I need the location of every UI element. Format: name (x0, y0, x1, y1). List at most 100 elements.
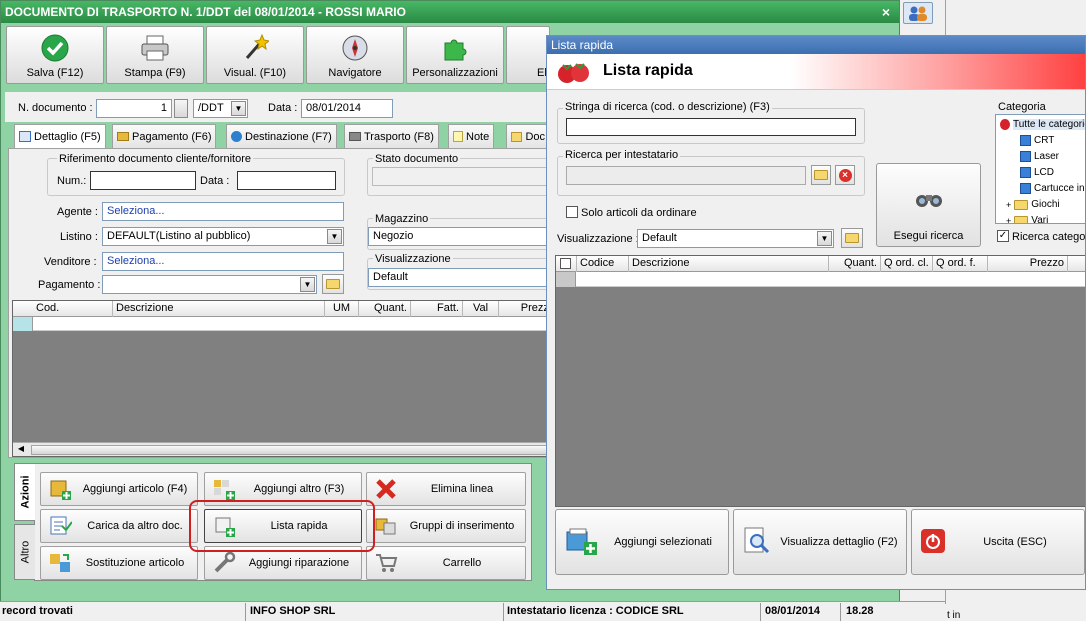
expand-icon[interactable]: + (1006, 216, 1011, 224)
category-item[interactable]: Laser (1020, 151, 1059, 162)
payment-folder-button[interactable] (322, 274, 344, 294)
doc-number-field[interactable]: 1 (96, 99, 172, 118)
category-label-all: Tutte le categorie (1013, 119, 1085, 130)
visual-button[interactable]: Visual. (F10) (206, 26, 304, 84)
chevron-down-icon: ▼ (300, 277, 315, 292)
print-button[interactable]: Stampa (F9) (106, 26, 204, 84)
col-prezzo[interactable]: Prezzo (988, 256, 1068, 272)
col-prezzo[interactable]: Prezzo (499, 301, 549, 317)
view-mode-select[interactable]: Default ▼ (637, 229, 834, 248)
exit-label: Uscita (ESC) (983, 536, 1047, 548)
category-search-label: Ricerca categorie (1012, 231, 1086, 243)
compass-icon (340, 33, 370, 63)
scroll-thumb[interactable] (31, 445, 549, 455)
doc-series-select[interactable]: /DDT ▼ (193, 99, 248, 118)
date-field[interactable]: 08/01/2014 (301, 99, 393, 118)
listino-value: DEFAULT(Listino al pubblico) (107, 230, 251, 242)
insert-groups-button[interactable]: Gruppi di inserimento (366, 509, 526, 543)
col-ord-cliente[interactable]: Q ord. cl. (881, 256, 933, 272)
save-button[interactable]: Salva (F12) (6, 26, 104, 84)
tab-pagamento[interactable]: Pagamento (F6) (112, 124, 217, 148)
folder-icon (1014, 199, 1029, 210)
warehouse-select[interactable]: Negozio (368, 227, 550, 246)
exit-button[interactable]: Uscita (ESC) (911, 509, 1085, 575)
status-time: 18.28 (846, 605, 874, 617)
owner-field[interactable] (566, 166, 806, 185)
navigator-button[interactable]: Navigatore (306, 26, 404, 84)
popup-window-title: Lista rapida (551, 38, 614, 52)
agent-field[interactable]: Seleziona... (102, 202, 344, 221)
col-quantita[interactable]: Quant. (829, 256, 881, 272)
category-label-ink: Cartucce ink (1034, 183, 1086, 194)
add-selected-button[interactable]: Aggiungi selezionati (555, 509, 729, 575)
search-input[interactable] (566, 118, 856, 136)
row-selector (13, 317, 33, 331)
doc-number-spin[interactable] (174, 99, 188, 118)
tab-note[interactable]: Note (448, 124, 495, 148)
num-label: Num.: (57, 175, 87, 187)
ref-date-field[interactable] (237, 171, 336, 190)
customize-button[interactable]: Personalizzazioni (406, 26, 504, 84)
magnifier-icon (742, 526, 772, 559)
ref-date-label: Data : (200, 175, 230, 187)
col-quant[interactable]: Quant. (359, 301, 411, 317)
replace-article-button[interactable]: Sostituzione articolo (40, 546, 198, 580)
scroll-left-arrow[interactable]: ◀ (14, 444, 28, 456)
category-item[interactable]: Cartucce ink (1020, 183, 1086, 194)
close-button[interactable]: × (877, 4, 895, 20)
status-license: Intestatario licenza : CODICE SRL (507, 605, 684, 617)
search-execute-button[interactable]: Esegui ricerca (876, 163, 981, 247)
select-all-checkbox[interactable] (560, 258, 571, 269)
printer-icon (140, 33, 170, 63)
view-folder-button[interactable] (841, 228, 863, 248)
articles-grid-row[interactable] (556, 272, 1085, 287)
col-ord-fornitore[interactable]: Q ord. f. (933, 256, 988, 272)
tab-destinazione[interactable]: Destinazione (F7) (226, 124, 337, 148)
load-doc-icon (47, 513, 73, 539)
lines-grid[interactable]: Cod. Descrizione UM Quant. Fatt. Val Pre… (12, 300, 550, 457)
side-tab-azioni[interactable]: Azioni (14, 463, 35, 521)
col-um[interactable]: UM (325, 301, 359, 317)
category-item[interactable]: LCD (1020, 167, 1054, 178)
category-item[interactable]: + Vari (1006, 215, 1048, 224)
view-detail-button[interactable]: Visualizza dettaglio (F2) (733, 509, 907, 575)
only-order-checkbox[interactable] (566, 206, 578, 218)
load-doc-button[interactable]: Carica da altro doc. (40, 509, 198, 543)
col-descrizione[interactable]: Descrizione (629, 256, 829, 272)
listino-label: Listino : (60, 231, 98, 243)
owner-clear-button[interactable]: × (835, 165, 855, 185)
tab-dettaglio[interactable]: Dettaglio (F5) (14, 124, 106, 148)
col-val[interactable]: Val (463, 301, 499, 317)
view-mode-value: Default (642, 232, 677, 244)
category-item[interactable]: Tutte le categorie (1000, 119, 1085, 130)
category-item[interactable]: + Giochi (1006, 199, 1060, 210)
category-tree[interactable]: Tutte le categorie CRT Laser LCD Cartucc… (995, 114, 1086, 224)
col-fatt[interactable]: Fatt. (411, 301, 463, 317)
add-article-button[interactable]: Aggiungi articolo (F4) (40, 472, 198, 506)
col-cod[interactable]: Cod. (33, 301, 113, 317)
owner-folder-button[interactable] (811, 165, 831, 185)
articles-grid[interactable]: Codice Descrizione Quant. Q ord. cl. Q o… (555, 255, 1085, 507)
grid-row[interactable] (13, 317, 549, 331)
category-search-checkbox[interactable]: ✓ (997, 230, 1009, 242)
col-descrizione[interactable]: Descrizione (113, 301, 325, 317)
tab-trasporto[interactable]: Trasporto (F8) (344, 124, 439, 148)
payment-select[interactable]: ▼ (102, 275, 317, 294)
expand-icon[interactable]: + (1006, 200, 1011, 210)
side-tab-altro[interactable]: Altro (14, 524, 35, 580)
num-field[interactable] (90, 171, 196, 190)
tab-documenti[interactable]: Doc (506, 124, 550, 148)
delete-line-button[interactable]: Elimina linea (366, 472, 526, 506)
user-switch-icon[interactable] (903, 2, 933, 24)
status-bar: record trovati INFO SHOP SRL Intestatari… (0, 601, 945, 621)
horizontal-scrollbar[interactable]: ◀ (13, 442, 549, 456)
cart-button[interactable]: Carrello (366, 546, 526, 580)
view-select[interactable]: Default (368, 268, 550, 287)
category-item[interactable]: CRT (1020, 135, 1054, 146)
listino-select[interactable]: DEFAULT(Listino al pubblico) ▼ (102, 227, 344, 246)
groups-icon (373, 513, 399, 539)
delete-doc-button[interactable]: El (506, 26, 550, 84)
doc-series-value: /DDT (198, 102, 224, 114)
seller-field[interactable]: Seleziona... (102, 252, 344, 271)
col-codice[interactable]: Codice (576, 256, 629, 272)
